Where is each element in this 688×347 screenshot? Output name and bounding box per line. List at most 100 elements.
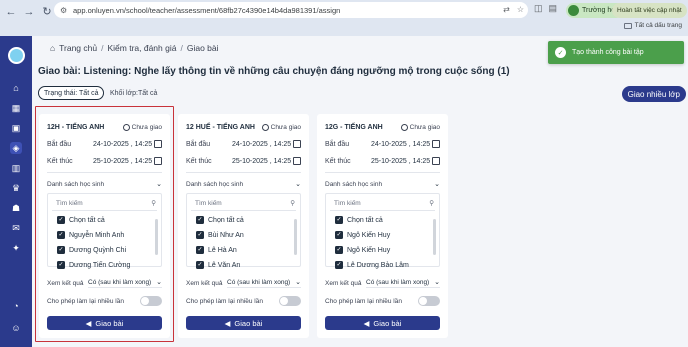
result-select[interactable]: Có (sau khi làm xong) ⌄ xyxy=(366,278,440,288)
assign-button[interactable]: ◀ Giao bài xyxy=(325,316,440,330)
result-select[interactable]: Có (sau khi làm xong) ⌄ xyxy=(88,278,162,288)
translate-icon[interactable]: ⇄ xyxy=(503,5,510,14)
home-icon[interactable]: ⌂ xyxy=(10,82,22,94)
vertical-scrollbar[interactable] xyxy=(294,219,297,255)
status-radio[interactable] xyxy=(122,123,130,131)
reload-icon[interactable]: ↻ xyxy=(40,5,54,19)
student-checkbox[interactable]: ✓ Dương Quỳnh Chi xyxy=(57,245,126,255)
vertical-scrollbar[interactable] xyxy=(433,219,436,255)
calendar-icon[interactable] xyxy=(293,157,301,165)
select-all-checkbox[interactable]: ✓ Chọn tất cả xyxy=(335,215,383,225)
site-info-icon[interactable]: ⚙ xyxy=(60,6,69,15)
checkbox-checked-icon[interactable]: ✓ xyxy=(196,231,204,239)
result-select[interactable]: Có (sau khi làm xong) ⌄ xyxy=(227,278,301,288)
search-input[interactable]: Tìm kiếm xyxy=(56,200,83,207)
student-checkbox[interactable]: ✓ Dương Tiến Cường xyxy=(57,260,130,270)
end-date-row[interactable]: Kết thúc 25-10-2025 , 14:25 xyxy=(325,155,440,167)
search-input[interactable]: Tìm kiếm xyxy=(334,200,361,207)
checkbox-checked-icon[interactable]: ✓ xyxy=(335,261,343,269)
student-checkbox[interactable]: ✓ Ngô Kiến Huy xyxy=(335,245,390,255)
start-date-input[interactable]: 24-10-2025 , 14:25 xyxy=(93,141,154,148)
view-result-row[interactable]: Xem kết quả Có (sau khi làm xong) ⌄ xyxy=(325,277,440,289)
chat-icon[interactable]: ✉ xyxy=(10,222,22,234)
retry-toggle[interactable] xyxy=(418,296,440,306)
calendar-icon[interactable] xyxy=(432,140,440,148)
assign-button[interactable]: ◀ Giao bài xyxy=(47,316,162,330)
calendar-icon[interactable] xyxy=(154,140,162,148)
retry-toggle-row[interactable]: Cho phép làm lại nhiều lần xyxy=(47,295,162,307)
retry-toggle-row[interactable]: Cho phép làm lại nhiều lần xyxy=(325,295,440,307)
end-date-row[interactable]: Kết thúc 25-10-2025 , 14:25 xyxy=(47,155,162,167)
student-checkbox[interactable]: ✓ Ngô Kiến Huy xyxy=(335,230,390,240)
checkbox-checked-icon[interactable]: ✓ xyxy=(57,246,65,254)
search-icon[interactable]: ⚲ xyxy=(151,199,156,207)
end-date-input[interactable]: 25-10-2025 , 14:25 xyxy=(93,158,154,165)
assign-multiple-classes-button[interactable]: Giao nhiều lớp xyxy=(621,86,686,102)
checkbox-checked-icon[interactable]: ✓ xyxy=(57,231,65,239)
end-date-input[interactable]: 25-10-2025 , 14:25 xyxy=(371,158,432,165)
sidepanel-icon[interactable]: ▤ xyxy=(549,3,558,14)
student-checkbox[interactable]: ✓ Bùi Như An xyxy=(196,230,244,240)
assign-status[interactable]: Chưa giao xyxy=(122,123,162,131)
start-date-row[interactable]: Bắt đầu 24-10-2025 , 14:25 xyxy=(47,138,162,150)
bookmark-star-icon[interactable]: ☆ xyxy=(517,5,524,14)
book-icon[interactable]: ◈ xyxy=(10,142,22,154)
assign-button[interactable]: ◀ Giao bài xyxy=(186,316,301,330)
extensions-icon[interactable]: ◫ xyxy=(534,3,543,14)
start-date-input[interactable]: 24-10-2025 , 14:25 xyxy=(232,141,293,148)
retry-toggle[interactable] xyxy=(140,296,162,306)
assign-status[interactable]: Chưa giao xyxy=(261,123,301,131)
student-search[interactable]: Tìm kiếm ⚲ xyxy=(195,198,295,208)
search-icon[interactable]: ⚲ xyxy=(429,199,434,207)
checkbox-checked-icon[interactable]: ✓ xyxy=(335,246,343,254)
checkbox-checked-icon[interactable]: ✓ xyxy=(57,216,65,224)
calendar-icon[interactable] xyxy=(154,157,162,165)
vertical-scrollbar[interactable] xyxy=(155,219,158,255)
select-all-checkbox[interactable]: ✓ Chọn tất cả xyxy=(196,215,244,225)
checkbox-checked-icon[interactable]: ✓ xyxy=(196,261,204,269)
search-icon[interactable]: ⚲ xyxy=(290,199,295,207)
pie-icon[interactable]: ◔ xyxy=(10,300,22,312)
student-checkbox[interactable]: ✓ Lê Văn An xyxy=(196,260,240,270)
student-search[interactable]: Tìm kiếm ⚲ xyxy=(56,198,156,208)
student-list-dropdown[interactable]: Danh sách học sinh ⌄ xyxy=(325,178,440,190)
address-bar[interactable]: ⚙ app.onluyen.vn/school/teacher/assessme… xyxy=(54,2,528,18)
end-date-input[interactable]: 25-10-2025 , 14:25 xyxy=(232,158,293,165)
checkbox-checked-icon[interactable]: ✓ xyxy=(335,231,343,239)
users-icon[interactable]: ☗ xyxy=(10,202,22,214)
breadcrumb-assessment[interactable]: Kiểm tra, đánh giá xyxy=(107,43,176,53)
view-result-row[interactable]: Xem kết quả Có (sau khi làm xong) ⌄ xyxy=(186,277,301,289)
student-checkbox[interactable]: ✓ Lê Dương Bảo Lâm xyxy=(335,260,409,270)
retry-toggle-row[interactable]: Cho phép làm lại nhiều lần xyxy=(186,295,301,307)
checkbox-checked-icon[interactable]: ✓ xyxy=(57,261,65,269)
student-list-dropdown[interactable]: Danh sách học sinh ⌄ xyxy=(47,178,162,190)
briefcase-icon[interactable]: ▣ xyxy=(10,122,22,134)
assign-status[interactable]: Chưa giao xyxy=(400,123,440,131)
student-checkbox[interactable]: ✓ Nguyễn Minh Anh xyxy=(57,230,124,240)
start-date-row[interactable]: Bắt đầu 24-10-2025 , 14:25 xyxy=(186,138,301,150)
status-filter[interactable]: Trạng thái: Tất cả xyxy=(38,86,105,100)
student-search[interactable]: Tìm kiếm ⚲ xyxy=(334,198,434,208)
start-date-input[interactable]: 24-10-2025 , 14:25 xyxy=(371,141,432,148)
all-bookmarks[interactable]: Tất cả dấu trang xyxy=(623,22,682,29)
checkbox-checked-icon[interactable]: ✓ xyxy=(196,216,204,224)
retry-toggle[interactable] xyxy=(279,296,301,306)
view-result-row[interactable]: Xem kết quả Có (sau khi làm xong) ⌄ xyxy=(47,277,162,289)
calendar-icon[interactable] xyxy=(432,157,440,165)
chart-icon[interactable]: ▥ xyxy=(10,162,22,174)
sparkle-icon[interactable]: ✦ xyxy=(10,242,22,254)
grade-filter[interactable]: Khối lớp:Tất cả xyxy=(110,86,157,100)
search-input[interactable]: Tìm kiếm xyxy=(195,200,222,207)
start-date-row[interactable]: Bắt đầu 24-10-2025 , 14:25 xyxy=(325,138,440,150)
app-logo[interactable] xyxy=(8,47,25,64)
status-radio[interactable] xyxy=(400,123,408,131)
back-icon[interactable]: ← xyxy=(4,5,18,19)
student-list-dropdown[interactable]: Danh sách học sinh ⌄ xyxy=(186,178,301,190)
breadcrumb-home[interactable]: Trang chủ xyxy=(59,43,97,53)
calendar-icon[interactable] xyxy=(293,140,301,148)
settings-icon[interactable]: ☺ xyxy=(10,322,22,334)
select-all-checkbox[interactable]: ✓ Chọn tất cả xyxy=(57,215,105,225)
calendar-icon[interactable]: ▦ xyxy=(10,102,22,114)
student-checkbox[interactable]: ✓ Lê Hà An xyxy=(196,245,237,255)
update-button[interactable]: Hoàn tất việc cập nhật xyxy=(612,3,687,18)
